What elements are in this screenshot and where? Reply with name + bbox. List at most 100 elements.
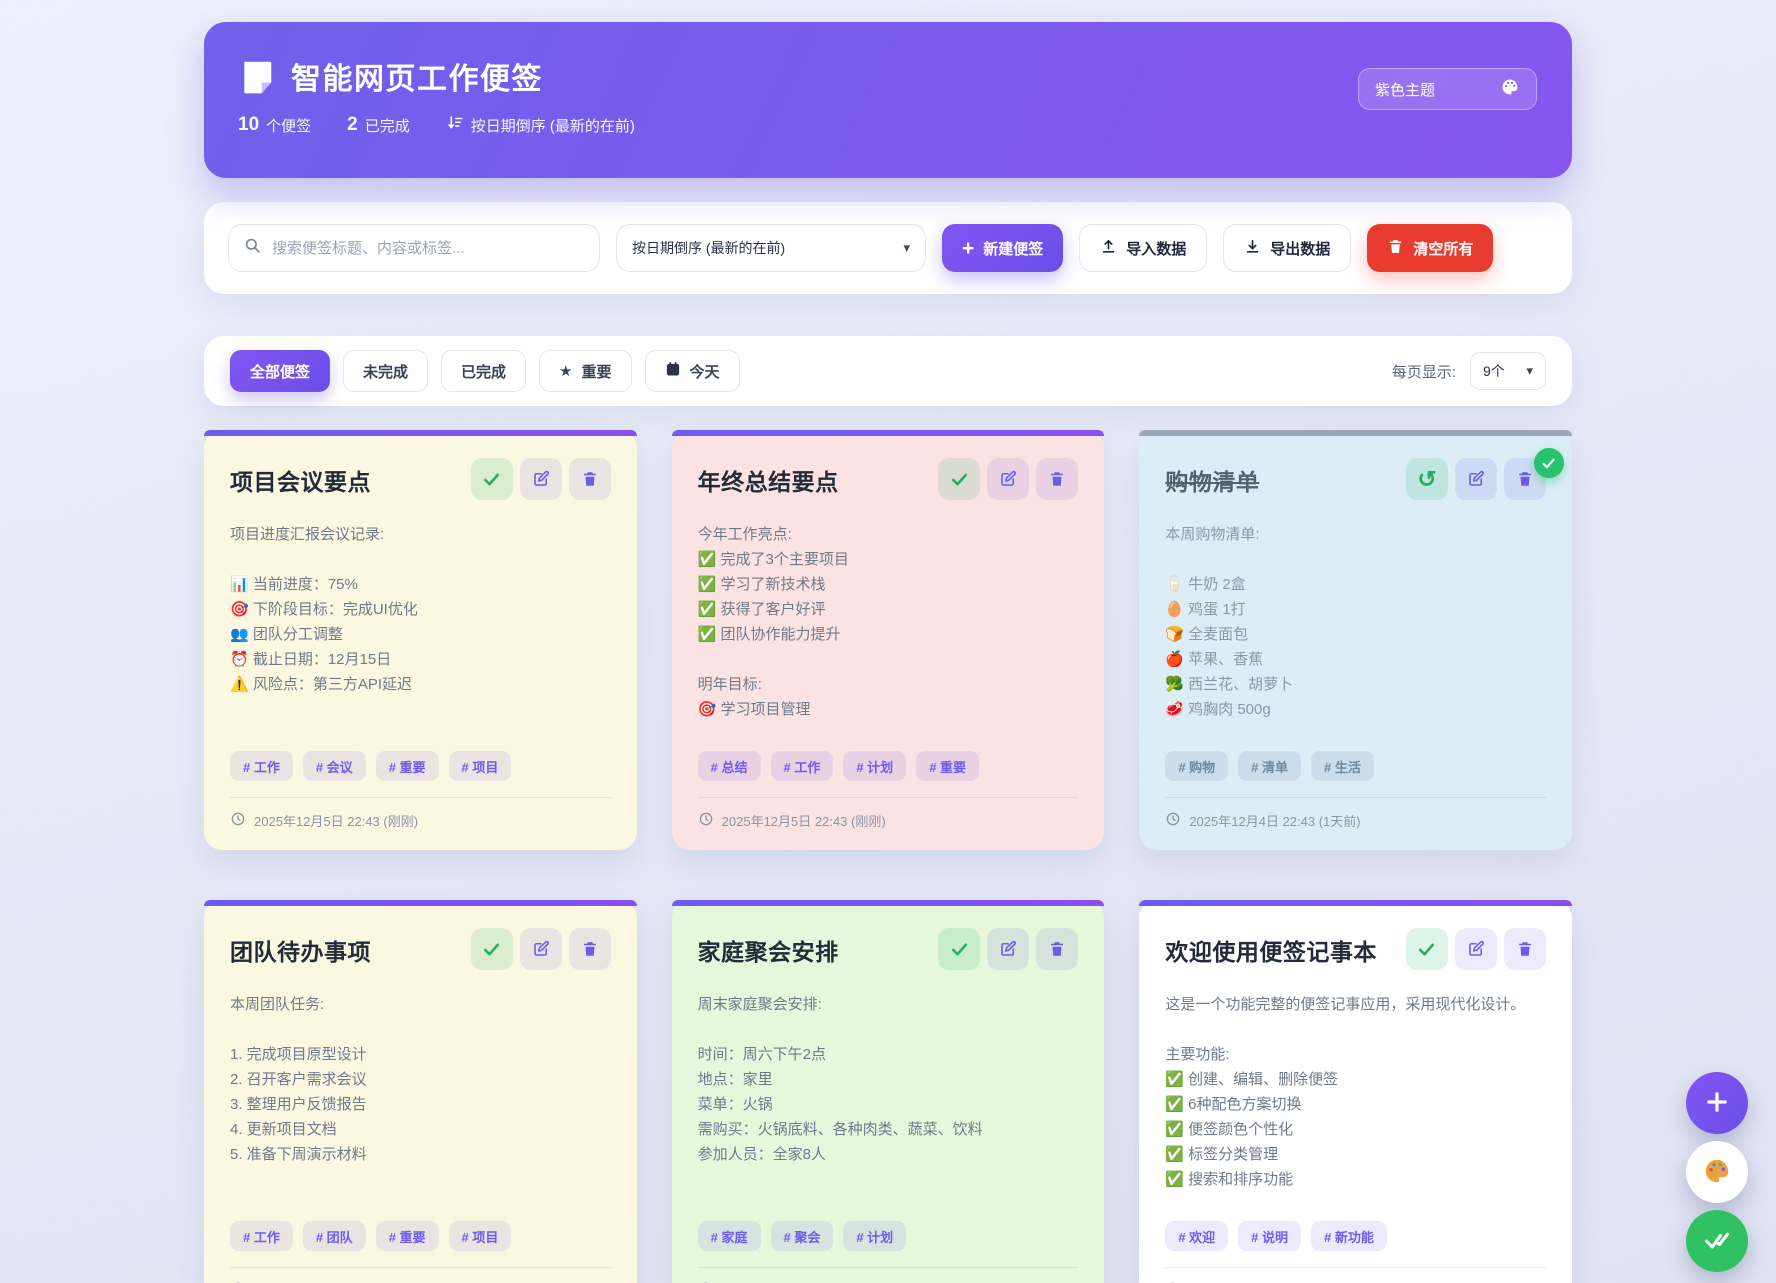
note-tag[interactable]: # 重要 [916, 751, 979, 781]
note-card-welcome: 欢迎使用便签记事本 这是一个功能完整的便签记事应用，采用现代化设计。 主要功能:… [1139, 900, 1572, 1283]
app-header: 智能网页工作便签 10个便签 2已完成 按日期倒序 (最新的在前) 紫色主题 [204, 22, 1572, 178]
note-tag[interactable]: # 工作 [230, 1221, 293, 1251]
card-accent-bar [204, 430, 637, 436]
delete-note-button[interactable] [1036, 928, 1078, 970]
plus-icon: + [962, 238, 974, 259]
edit-note-button[interactable] [520, 458, 562, 500]
card-accent-bar [1139, 430, 1572, 436]
card-accent-bar [672, 430, 1105, 436]
search-box [228, 224, 600, 272]
note-tag[interactable]: # 生活 [1311, 751, 1374, 781]
chevron-down-icon: ▾ [1526, 363, 1533, 379]
note-tag[interactable]: # 新功能 [1311, 1221, 1387, 1251]
note-count-stat: 10个便签 [238, 114, 311, 136]
page-title: 智能网页工作便签 [291, 54, 543, 98]
done-count-stat: 2已完成 [347, 114, 410, 136]
note-title: 欢迎使用便签记事本 [1165, 928, 1377, 967]
note-timestamp: 2025年12月4日 22:43 (1天前) [1189, 811, 1360, 830]
note-tag[interactable]: # 团队 [303, 1221, 366, 1251]
chevron-down-icon: ▾ [903, 240, 910, 256]
search-icon [243, 236, 262, 260]
note-card-family-gathering: 家庭聚会安排 周末家庭聚会安排: 时间：周六下午2点 地点：家里 菜单：火锅 需… [672, 900, 1105, 1283]
per-page-select[interactable]: 9个▾ [1470, 352, 1546, 390]
complete-note-button[interactable] [1406, 928, 1448, 970]
edit-note-button[interactable] [987, 928, 1029, 970]
trash-icon [1387, 238, 1404, 259]
delete-note-button[interactable] [1504, 928, 1546, 970]
note-content: 本周团队任务: 1. 完成项目原型设计 2. 召开客户需求会议 3. 整理用户反… [230, 992, 611, 1167]
edit-note-button[interactable] [520, 928, 562, 970]
export-data-button[interactable]: 导出数据 [1223, 224, 1351, 272]
new-note-button[interactable]: + 新建便签 [942, 224, 1063, 272]
complete-note-button[interactable] [938, 928, 980, 970]
note-tag[interactable]: # 清单 [1238, 751, 1301, 781]
note-tag[interactable]: # 工作 [230, 751, 293, 781]
note-timestamp: 2025年12月5日 22:43 (刚刚) [722, 811, 886, 830]
star-icon: ★ [559, 362, 572, 380]
note-tag[interactable]: # 购物 [1165, 751, 1228, 781]
clock-icon [230, 811, 246, 830]
complete-note-button[interactable] [471, 458, 513, 500]
note-tag[interactable]: # 工作 [771, 751, 834, 781]
complete-note-button[interactable] [938, 458, 980, 500]
note-content: 本周购物清单: 🥛 牛奶 2盒 🥚 鸡蛋 1打 🍞 全麦面包 🍎 苹果、香蕉 🥦… [1165, 522, 1546, 722]
double-check-icon [1703, 1226, 1731, 1257]
undo-icon: ↺ [1417, 468, 1436, 491]
complete-note-button[interactable] [471, 928, 513, 970]
per-page-label: 每页显示: [1392, 361, 1456, 382]
note-content: 项目进度汇报会议记录: 📊 当前进度：75% 🎯 下阶段目标：完成UI优化 👥 … [230, 522, 611, 697]
note-tag[interactable]: # 欢迎 [1165, 1221, 1228, 1251]
note-card-project-meeting: 项目会议要点 项目进度汇报会议记录: 📊 当前进度：75% 🎯 下阶段目标：完成… [204, 430, 637, 850]
sort-desc-icon [446, 114, 464, 136]
delete-note-button[interactable] [1036, 458, 1078, 500]
note-title: 项目会议要点 [230, 458, 371, 497]
filter-done[interactable]: 已完成 [441, 350, 526, 392]
note-tag[interactable]: # 家庭 [698, 1221, 761, 1251]
note-tag[interactable]: # 会议 [303, 751, 366, 781]
note-title: 年终总结要点 [698, 458, 839, 497]
upload-icon [1100, 238, 1117, 259]
filter-panel: 全部便签 未完成 已完成 ★重要 今天 每页显示: 9个▾ [204, 336, 1572, 406]
search-input[interactable] [272, 240, 585, 257]
note-tag[interactable]: # 项目 [449, 751, 512, 781]
sort-select[interactable]: 按日期倒序 (最新的在前)▾ [616, 224, 926, 272]
import-data-button[interactable]: 导入数据 [1079, 224, 1207, 272]
note-tag[interactable]: # 聚会 [771, 1221, 834, 1251]
note-tag[interactable]: # 重要 [376, 1221, 439, 1251]
note-content: 今年工作亮点: ✅ 完成了3个主要项目 ✅ 学习了新技术栈 ✅ 获得了客户好评 … [698, 522, 1079, 722]
fab-add-note-button[interactable] [1686, 1072, 1748, 1134]
note-tag[interactable]: # 计划 [843, 1221, 906, 1251]
notes-grid: 项目会议要点 项目进度汇报会议记录: 📊 当前进度：75% 🎯 下阶段目标：完成… [204, 430, 1572, 1283]
filter-todo[interactable]: 未完成 [343, 350, 428, 392]
delete-note-button[interactable] [569, 928, 611, 970]
note-logo-icon [238, 57, 276, 95]
note-tag[interactable]: # 说明 [1238, 1221, 1301, 1251]
note-tag[interactable]: # 重要 [376, 751, 439, 781]
edit-note-button[interactable] [1455, 928, 1497, 970]
filter-important[interactable]: ★重要 [539, 350, 631, 392]
note-tag[interactable]: # 项目 [449, 1221, 512, 1251]
download-icon [1244, 238, 1261, 259]
card-accent-bar [204, 900, 637, 906]
note-tag[interactable]: # 总结 [698, 751, 761, 781]
note-timestamp: 2025年12月5日 22:43 (刚刚) [254, 811, 418, 830]
clock-icon [1165, 811, 1181, 830]
edit-note-button[interactable] [1455, 458, 1497, 500]
completed-badge-icon [1534, 448, 1564, 478]
toolbar-panel: 按日期倒序 (最新的在前)▾ + 新建便签 导入数据 导出数据 清空所有 [204, 202, 1572, 294]
clear-all-button[interactable]: 清空所有 [1367, 224, 1493, 272]
note-card-shopping-list: 购物清单 ↺ 本周购物清单: 🥛 牛奶 2盒 🥚 鸡蛋 1打 🍞 全麦面包 🍎 … [1139, 430, 1572, 850]
filter-today[interactable]: 今天 [645, 350, 740, 392]
note-title: 购物清单 [1165, 458, 1259, 497]
undo-complete-button[interactable]: ↺ [1406, 458, 1448, 500]
note-card-team-todo: 团队待办事项 本周团队任务: 1. 完成项目原型设计 2. 召开客户需求会议 3… [204, 900, 637, 1283]
fab-complete-all-button[interactable] [1686, 1210, 1748, 1272]
palette-icon [1702, 1156, 1732, 1189]
edit-note-button[interactable] [987, 458, 1029, 500]
theme-button[interactable]: 紫色主题 [1358, 68, 1537, 110]
calendar-icon [665, 361, 681, 381]
fab-theme-button[interactable] [1686, 1141, 1748, 1203]
filter-all[interactable]: 全部便签 [230, 350, 330, 392]
delete-note-button[interactable] [569, 458, 611, 500]
note-tag[interactable]: # 计划 [843, 751, 906, 781]
